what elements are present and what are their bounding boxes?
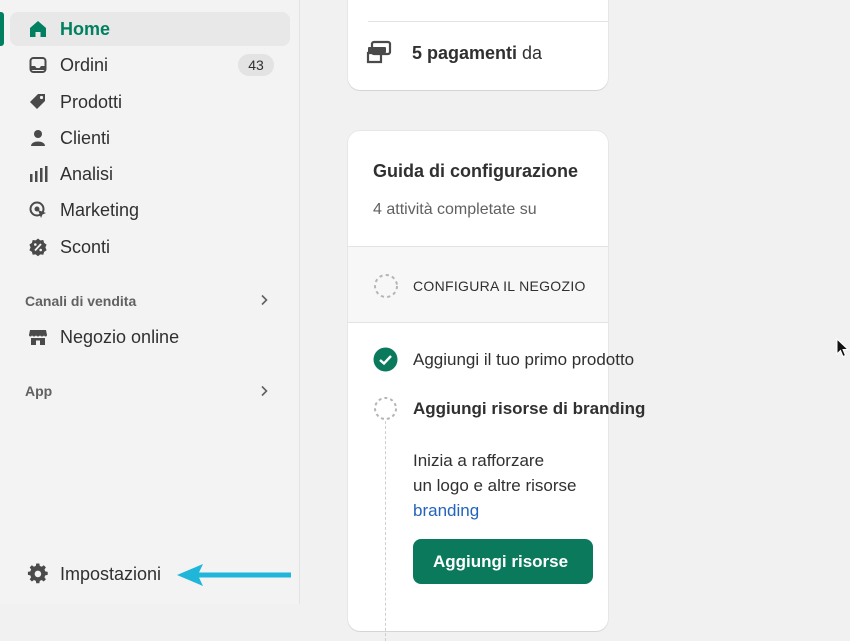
setup-guide-progress: 4 attività completate su xyxy=(373,201,537,218)
pending-circle-icon xyxy=(374,274,398,298)
sidebar-item-discounts[interactable]: Sconti xyxy=(10,230,290,264)
card-divider xyxy=(368,21,608,22)
step-add-branding[interactable]: Aggiungi risorse di branding xyxy=(413,399,645,419)
check-circle-icon xyxy=(373,347,398,372)
payments-card: 5 pagamenti da xyxy=(348,0,608,90)
orders-count-badge: 43 xyxy=(238,54,274,76)
person-icon xyxy=(26,126,50,150)
sidebar-item-products[interactable]: Prodotti xyxy=(10,85,290,119)
sidebar-item-label: Home xyxy=(60,18,111,39)
configure-store-section[interactable]: CONFIGURA IL NEGOZIO xyxy=(348,246,608,323)
discount-icon xyxy=(26,235,50,259)
pending-circle-icon xyxy=(374,397,397,420)
setup-guide-title: Guida di configurazione xyxy=(373,161,579,181)
sidebar-item-label: Negozio online xyxy=(60,326,180,347)
home-icon xyxy=(26,17,50,41)
store-icon xyxy=(26,325,50,349)
sidebar-item-label: Prodotti xyxy=(60,91,123,112)
sidebar-item-label: Ordini xyxy=(60,54,109,75)
sidebar-item-home[interactable]: Home xyxy=(10,12,290,46)
sidebar-item-label: Sconti xyxy=(60,236,111,257)
sidebar-item-analytics[interactable]: Analisi xyxy=(10,157,290,191)
sidebar-item-online-store[interactable]: Negozio online xyxy=(10,320,290,354)
apps-heading[interactable]: App xyxy=(25,383,52,399)
add-resources-button[interactable]: Aggiungi risorse xyxy=(413,539,593,584)
sidebar-item-label: Clienti xyxy=(60,127,111,148)
sidebar-item-label: Analisi xyxy=(60,163,114,184)
step-connector xyxy=(385,421,386,641)
sidebar: Home Ordini 43 Prodotti Clienti Analisi … xyxy=(0,0,300,604)
description-line: un logo e altre risorse xyxy=(413,476,577,495)
setup-guide-card: Guida di configurazione 4 attività compl… xyxy=(348,131,645,641)
tag-icon xyxy=(26,90,50,114)
branding-description: Inizia a rafforzare un logo e altre riso… xyxy=(413,448,613,523)
configure-store-label: CONFIGURA IL NEGOZIO xyxy=(413,278,586,294)
sales-channels-heading[interactable]: Canali di vendita xyxy=(25,293,136,309)
payments-row[interactable]: 5 pagamenti da xyxy=(366,40,542,66)
chevron-right-icon[interactable] xyxy=(258,294,270,306)
sidebar-item-customers[interactable]: Clienti xyxy=(10,121,290,155)
sidebar-item-label: Marketing xyxy=(60,199,140,220)
branding-link[interactable]: branding xyxy=(413,498,613,523)
inbox-icon xyxy=(26,53,50,77)
sidebar-item-label: Impostazioni xyxy=(60,563,162,584)
target-icon xyxy=(26,198,50,222)
mouse-cursor-icon xyxy=(836,338,850,358)
sidebar-item-orders[interactable]: Ordini 43 xyxy=(10,48,290,82)
payments-count: 5 pagamenti xyxy=(412,42,518,63)
sidebar-item-marketing[interactable]: Marketing xyxy=(10,193,290,227)
gear-icon xyxy=(26,562,50,586)
annotation-arrow-icon xyxy=(177,564,291,586)
bar-chart-icon xyxy=(26,162,50,186)
payments-stack-icon xyxy=(366,40,392,66)
active-indicator xyxy=(0,12,4,46)
payments-text: da xyxy=(522,42,543,63)
description-line: Inizia a rafforzare xyxy=(413,451,545,470)
step-add-product[interactable]: Aggiungi il tuo primo prodotto xyxy=(413,350,634,370)
chevron-right-icon[interactable] xyxy=(258,385,270,397)
